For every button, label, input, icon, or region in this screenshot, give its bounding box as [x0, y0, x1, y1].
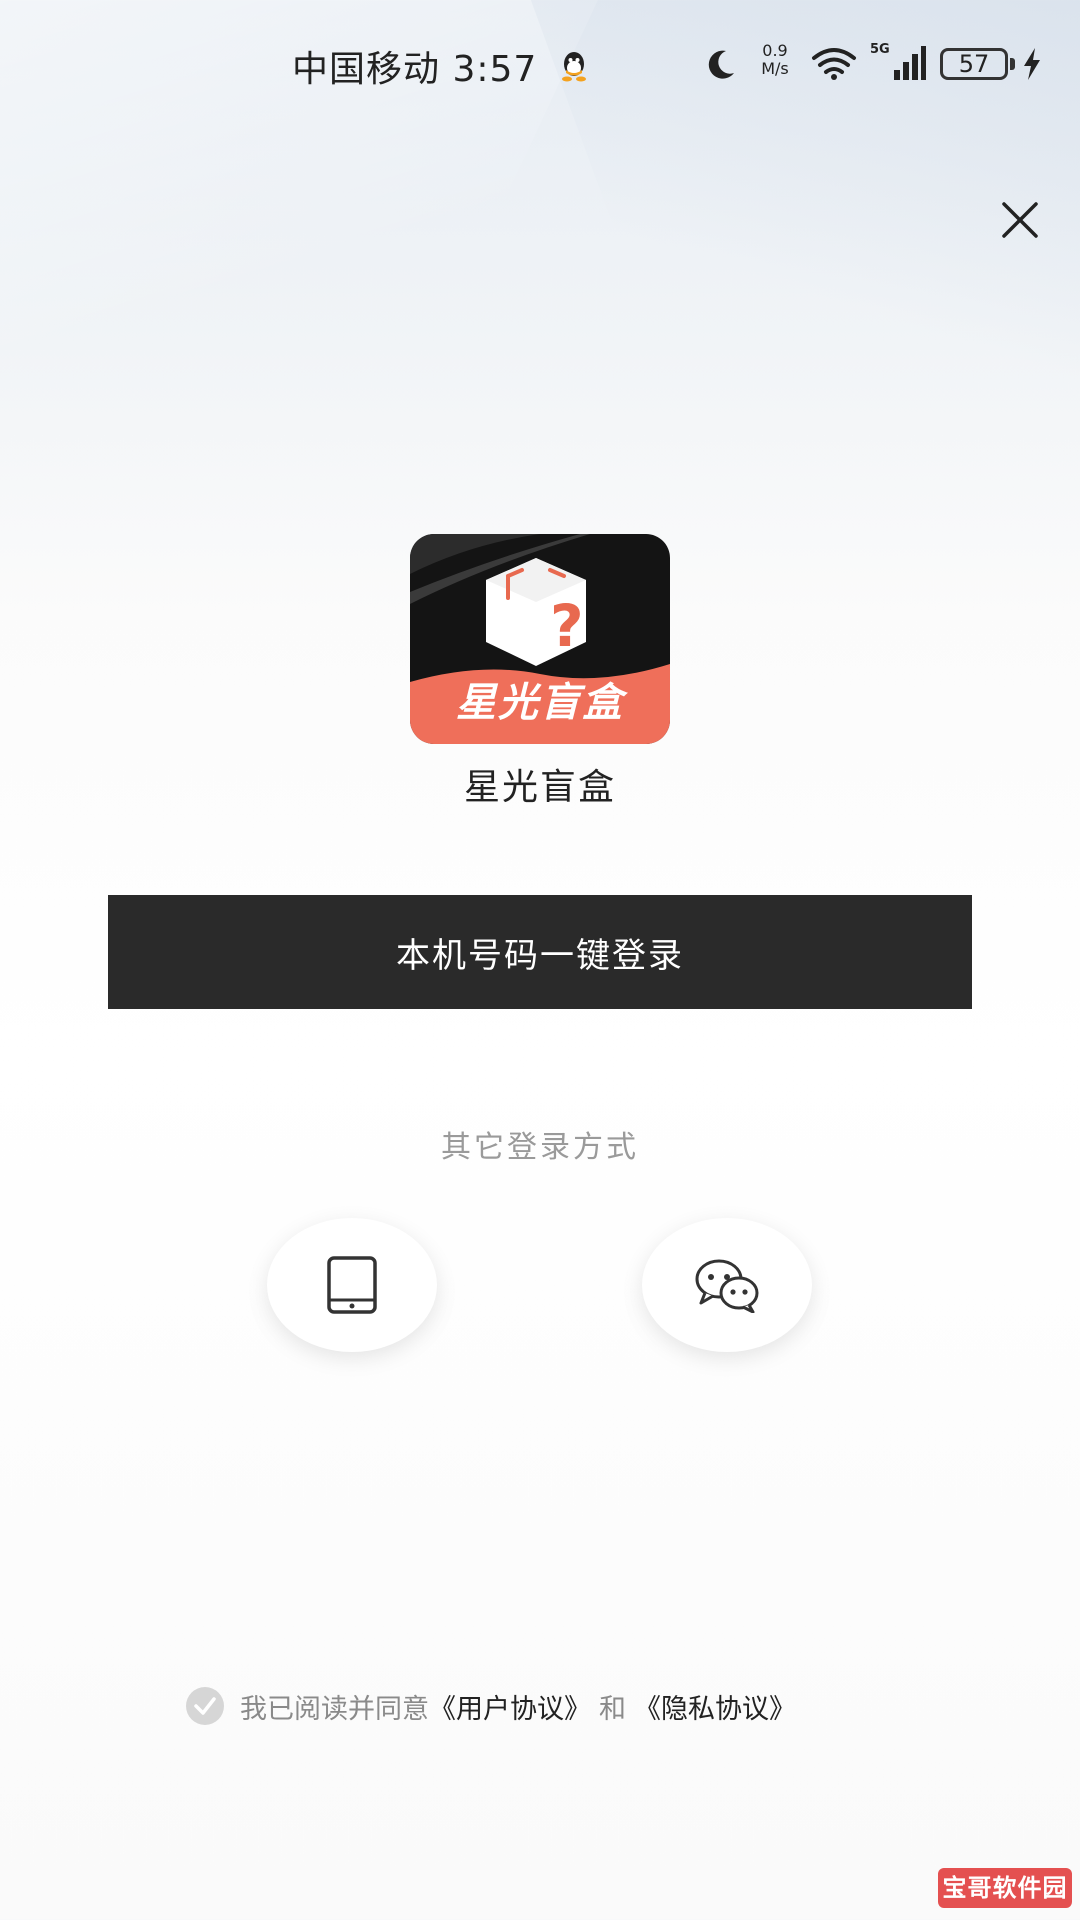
carrier-time: 中国移动 3:57: [292, 49, 538, 90]
svg-text:?: ?: [550, 592, 584, 660]
wechat-icon: [695, 1259, 759, 1313]
app-name: 星光盲盒: [463, 767, 616, 808]
agreement-checkbox[interactable]: [186, 1687, 224, 1725]
wifi-icon: [812, 48, 856, 80]
network-speed-value: 0.9: [762, 41, 788, 60]
network-speed: 0.9 M/s: [750, 42, 800, 78]
qq-icon: [562, 52, 586, 82]
network-speed-unit: M/s: [761, 59, 789, 78]
wechat-login-button[interactable]: [642, 1218, 812, 1352]
watermark: 宝哥软件园: [938, 1868, 1072, 1908]
agreement-row: 我已阅读并同意 《用户协议》 和 《隐私协议》: [186, 1686, 796, 1726]
logo-text: 星光盲盒: [456, 680, 624, 726]
agreement-prefix: 我已阅读并同意: [240, 1693, 429, 1725]
phone-login-button[interactable]: [267, 1218, 437, 1352]
charging-icon: [1024, 48, 1040, 80]
one-click-login-button[interactable]: 本机号码一键登录: [108, 895, 972, 1009]
moon-icon: [708, 50, 734, 79]
privacy-agreement-link[interactable]: 《隐私协议》: [634, 1687, 796, 1726]
check-icon: [194, 1697, 216, 1715]
signal-icon: [894, 46, 926, 80]
battery-indicator: 57: [940, 48, 1008, 80]
status-bar: 中国移动 3:57 0.9 M/s 5G 57: [0, 0, 1080, 130]
other-login-methods-label: 其它登录方式: [441, 1130, 639, 1165]
phone-icon: [327, 1256, 377, 1314]
user-agreement-link[interactable]: 《用户协议》: [429, 1687, 591, 1726]
app-logo: ? 星光盲盒: [410, 534, 670, 744]
close-icon[interactable]: [996, 196, 1044, 244]
battery-tip: [1010, 58, 1015, 70]
agreement-conjunction: 和: [599, 1693, 626, 1725]
